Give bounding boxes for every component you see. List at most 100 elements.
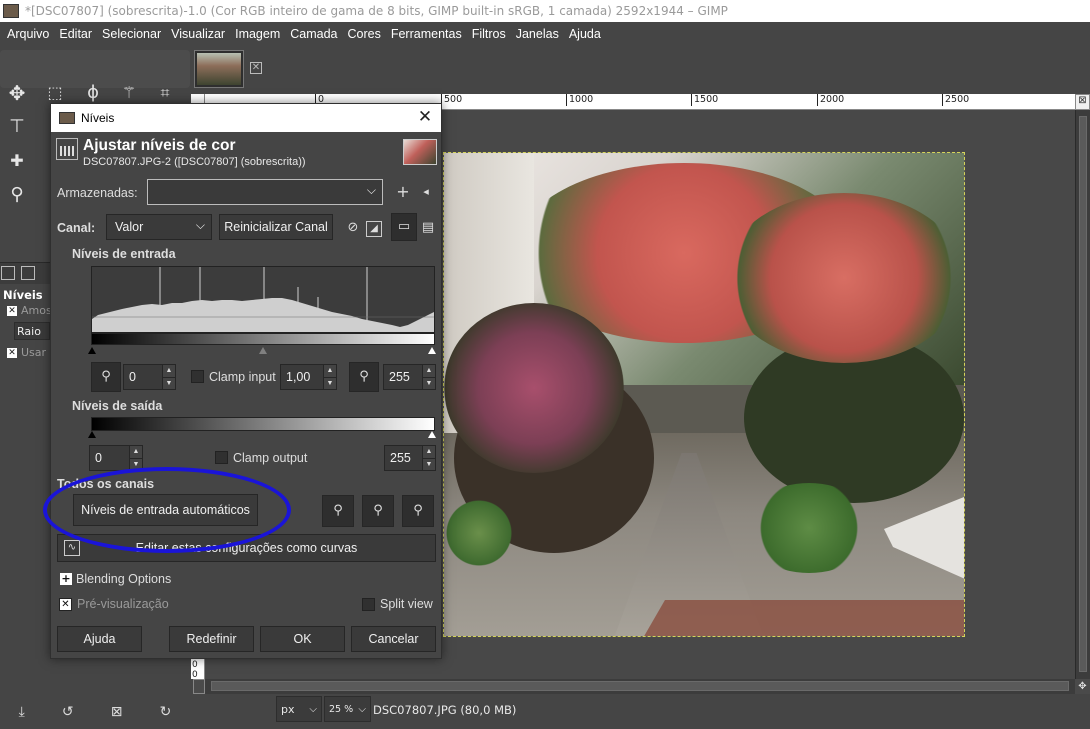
tool-options-tab-icon[interactable] — [1, 266, 15, 280]
input-black-point-handle[interactable] — [88, 347, 96, 354]
transform-tool-icon[interactable]: ⊤ — [4, 114, 30, 140]
menu-ajuda[interactable]: Ajuda — [564, 27, 606, 41]
histogram-log-toggle[interactable]: ▤ — [417, 217, 439, 239]
sample-average-label: Amos — [21, 304, 52, 317]
spin-down-icon[interactable]: ▼ — [423, 457, 435, 470]
move-tool-icon[interactable]: ✥ — [4, 80, 30, 106]
reset-channel-button[interactable]: Reinicializar Canal — [219, 214, 333, 240]
input-histogram[interactable] — [91, 266, 435, 333]
photo-bougainvillea-archway — [443, 152, 965, 637]
presets-select[interactable]: ⌵ — [147, 179, 383, 205]
close-tab-icon[interactable]: ✕ — [250, 62, 262, 74]
spin-down-icon[interactable]: ▼ — [423, 376, 435, 389]
image-tab[interactable] — [194, 50, 244, 88]
menu-imagem[interactable]: Imagem — [230, 27, 285, 41]
chevron-down-icon: ⌵ — [358, 703, 366, 715]
cancel-button[interactable]: Cancelar — [351, 626, 436, 652]
clamp-output-checkbox[interactable] — [215, 451, 228, 464]
output-black-handle[interactable] — [88, 431, 96, 438]
edit-as-curves-label: Editar estas configurações como curvas — [135, 541, 358, 555]
zoom-tool-icon[interactable]: ⚲ — [4, 182, 30, 208]
menu-camada[interactable]: Camada — [285, 27, 342, 41]
gamma-spinner[interactable]: 1,00 ▲ ▼ — [280, 364, 337, 390]
sample-average-checkbox[interactable]: ✕ — [7, 306, 17, 316]
channel-label: Canal: — [57, 221, 96, 235]
output-high-spinner[interactable]: 255 ▲ ▼ — [384, 445, 436, 471]
zoom-select[interactable]: 25 % ⌵ — [324, 696, 371, 722]
device-status-tab-icon[interactable] — [20, 266, 35, 280]
reset-options-icon[interactable]: ↻ — [160, 704, 172, 720]
chevron-down-icon: ⌵ — [366, 183, 376, 197]
gimp-app-icon — [3, 4, 19, 18]
gamma-value: 1,00 — [286, 370, 311, 384]
tool-options-title: Níveis — [3, 288, 43, 302]
output-low-spinner[interactable]: 0 ▲ ▼ — [89, 445, 143, 471]
gimp-app-icon — [59, 112, 75, 124]
zoom-follow-icon[interactable]: ⊠ — [1075, 94, 1090, 110]
spin-up-icon[interactable]: ▲ — [423, 365, 435, 377]
close-icon[interactable]: ✕ — [415, 107, 435, 127]
white-eyedropper-icon[interactable]: ⚲ — [349, 362, 379, 392]
spin-down-icon[interactable]: ▼ — [324, 376, 336, 389]
output-low-value: 0 — [95, 451, 102, 465]
unit-select[interactable]: px ⌵ — [276, 696, 322, 722]
pick-black-point-icon[interactable]: ⚲ — [322, 495, 354, 527]
histogram-graph — [92, 267, 434, 332]
quick-mask-toggle[interactable] — [193, 679, 205, 694]
preset-menu-icon[interactable]: ◂ — [415, 181, 437, 203]
navigate-icon[interactable]: ✥ — [1075, 679, 1090, 694]
add-preset-icon[interactable]: + — [392, 181, 414, 203]
heal-tool-icon[interactable]: ✚ — [4, 148, 30, 174]
spin-up-icon[interactable]: ▲ — [130, 446, 142, 458]
pick-gray-point-icon[interactable]: ⚲ — [362, 495, 394, 527]
ok-button[interactable]: OK — [260, 626, 345, 652]
menu-selecionar[interactable]: Selecionar — [97, 27, 166, 41]
spin-down-icon[interactable]: ▼ — [163, 376, 175, 389]
save-options-icon[interactable]: ⤓ — [19, 704, 25, 720]
preview-checkbox[interactable]: ✕ — [59, 598, 72, 611]
split-view-checkbox[interactable] — [362, 598, 375, 611]
ruler-label: 1500 — [691, 94, 718, 106]
menu-arquivo[interactable]: Arquivo — [0, 27, 54, 41]
delete-options-icon[interactable]: ⊠ — [111, 704, 123, 720]
menu-janelas[interactable]: Janelas — [511, 27, 564, 41]
pick-white-point-icon[interactable]: ⚲ — [402, 495, 434, 527]
menu-visualizar[interactable]: Visualizar — [166, 27, 230, 41]
levels-dialog: Níveis ✕ Ajustar níveis de cor DSC07807.… — [50, 103, 442, 659]
histogram-linear-toggle[interactable]: ▭ — [391, 213, 417, 241]
use-checkbox[interactable]: ✕ — [7, 348, 17, 358]
auto-input-levels-button[interactable]: Níveis de entrada automáticos — [73, 494, 258, 526]
menu-filtros[interactable]: Filtros — [467, 27, 511, 41]
black-eyedropper-icon[interactable]: ⚲ — [91, 362, 121, 392]
menu-ferramentas[interactable]: Ferramentas — [386, 27, 467, 41]
chevron-down-icon: ⌵ — [309, 703, 317, 715]
input-gamma-handle[interactable] — [259, 347, 267, 354]
channel-select[interactable]: Valor ⌵ — [106, 214, 212, 240]
vertical-scrollbar-thumb[interactable] — [1079, 116, 1087, 672]
curves-icon: ∿ — [64, 540, 80, 556]
linear-histogram-icon[interactable]: ⊘ — [342, 217, 364, 239]
blending-options-label[interactable]: Blending Options — [76, 572, 171, 586]
horizontal-scrollbar-thumb[interactable] — [211, 681, 1069, 691]
vertical-scrollbar[interactable] — [1075, 110, 1090, 679]
log-histogram-icon[interactable]: ◢ — [366, 221, 382, 237]
restore-options-icon[interactable]: ↺ — [62, 704, 74, 720]
reset-button[interactable]: Redefinir — [169, 626, 254, 652]
radius-field[interactable]: Raio — [14, 322, 50, 340]
spin-up-icon[interactable]: ▲ — [324, 365, 336, 377]
help-button[interactable]: Ajuda — [57, 626, 142, 652]
horizontal-scrollbar[interactable] — [205, 679, 1075, 694]
input-low-spinner[interactable]: 0 ▲ ▼ — [123, 364, 176, 390]
spin-down-icon[interactable]: ▼ — [130, 457, 142, 470]
edit-as-curves-button[interactable]: ∿ Editar estas configurações como curvas — [57, 534, 436, 562]
spin-up-icon[interactable]: ▲ — [423, 446, 435, 458]
clamp-input-checkbox[interactable] — [191, 370, 204, 383]
blending-options-expander-icon[interactable]: + — [60, 573, 72, 585]
menu-editar[interactable]: Editar — [54, 27, 97, 41]
menu-cores[interactable]: Cores — [343, 27, 386, 41]
dialog-window-title: Níveis — [81, 111, 115, 125]
spin-up-icon[interactable]: ▲ — [163, 365, 175, 377]
input-white-point-handle[interactable] — [428, 347, 436, 354]
output-white-handle[interactable] — [428, 431, 436, 438]
input-high-spinner[interactable]: 255 ▲ ▼ — [383, 364, 436, 390]
